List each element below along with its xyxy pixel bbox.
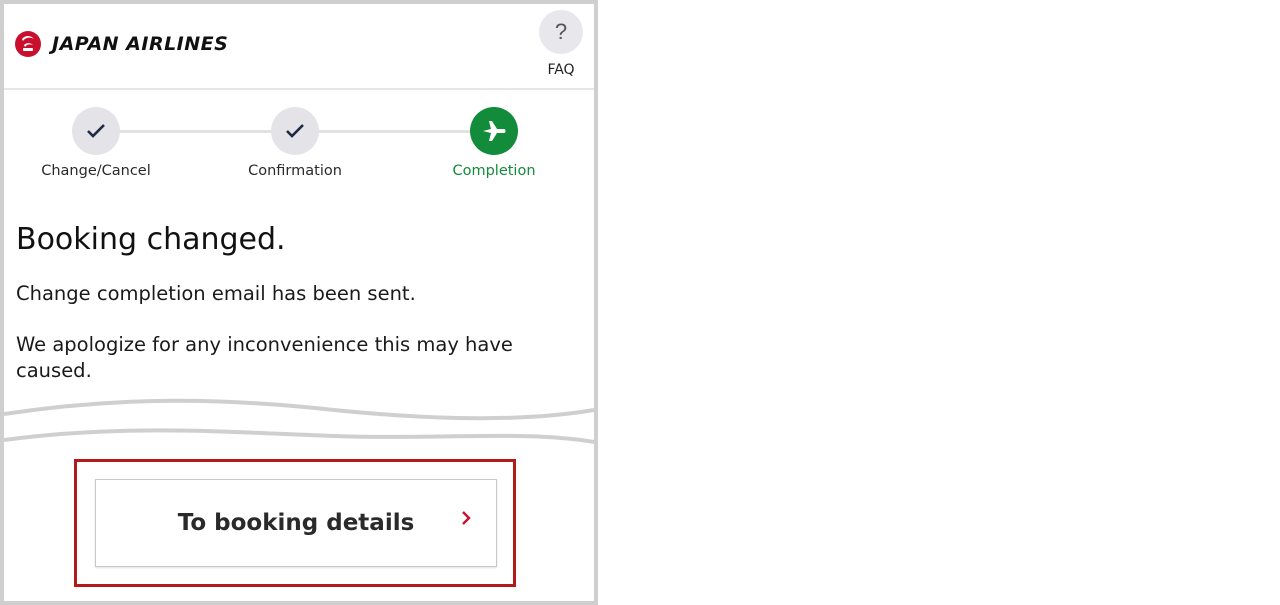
apology-message: We apologize for any inconvenience this …: [16, 333, 513, 382]
step-label: Confirmation: [248, 163, 342, 179]
torn-edge-divider: [4, 398, 594, 444]
step-label: Change/Cancel: [41, 163, 151, 179]
chevron-right-icon: [462, 511, 471, 525]
tsurumaru-logo-icon: [15, 31, 41, 57]
faq-button[interactable]: ? FAQ: [538, 10, 584, 78]
step-completion: Completion: [424, 107, 564, 179]
faq-label[interactable]: FAQ: [538, 62, 584, 78]
header: JAPAN AIRLINES ? FAQ: [4, 4, 594, 90]
jal-logo[interactable]: JAPAN AIRLINES: [14, 30, 228, 58]
email-sent-message: Change completion email has been sent.: [16, 282, 416, 305]
progress-stepper: Change/Cancel Confirmation Completion: [4, 104, 594, 184]
button-label: To booking details: [177, 510, 415, 536]
brand-name: JAPAN AIRLINES: [52, 33, 229, 55]
question-icon[interactable]: ?: [539, 10, 583, 54]
step-confirmation: Confirmation: [225, 107, 365, 179]
check-icon: [271, 107, 319, 155]
step-label: Completion: [452, 163, 536, 179]
to-booking-details-button[interactable]: To booking details: [95, 479, 497, 567]
page-title: Booking changed.: [16, 222, 286, 257]
step-change-cancel: Change/Cancel: [26, 107, 166, 179]
check-icon: [72, 107, 120, 155]
airplane-icon: [470, 107, 518, 155]
mobile-screen: JAPAN AIRLINES ? FAQ Change/Cancel Confi…: [0, 0, 598, 605]
